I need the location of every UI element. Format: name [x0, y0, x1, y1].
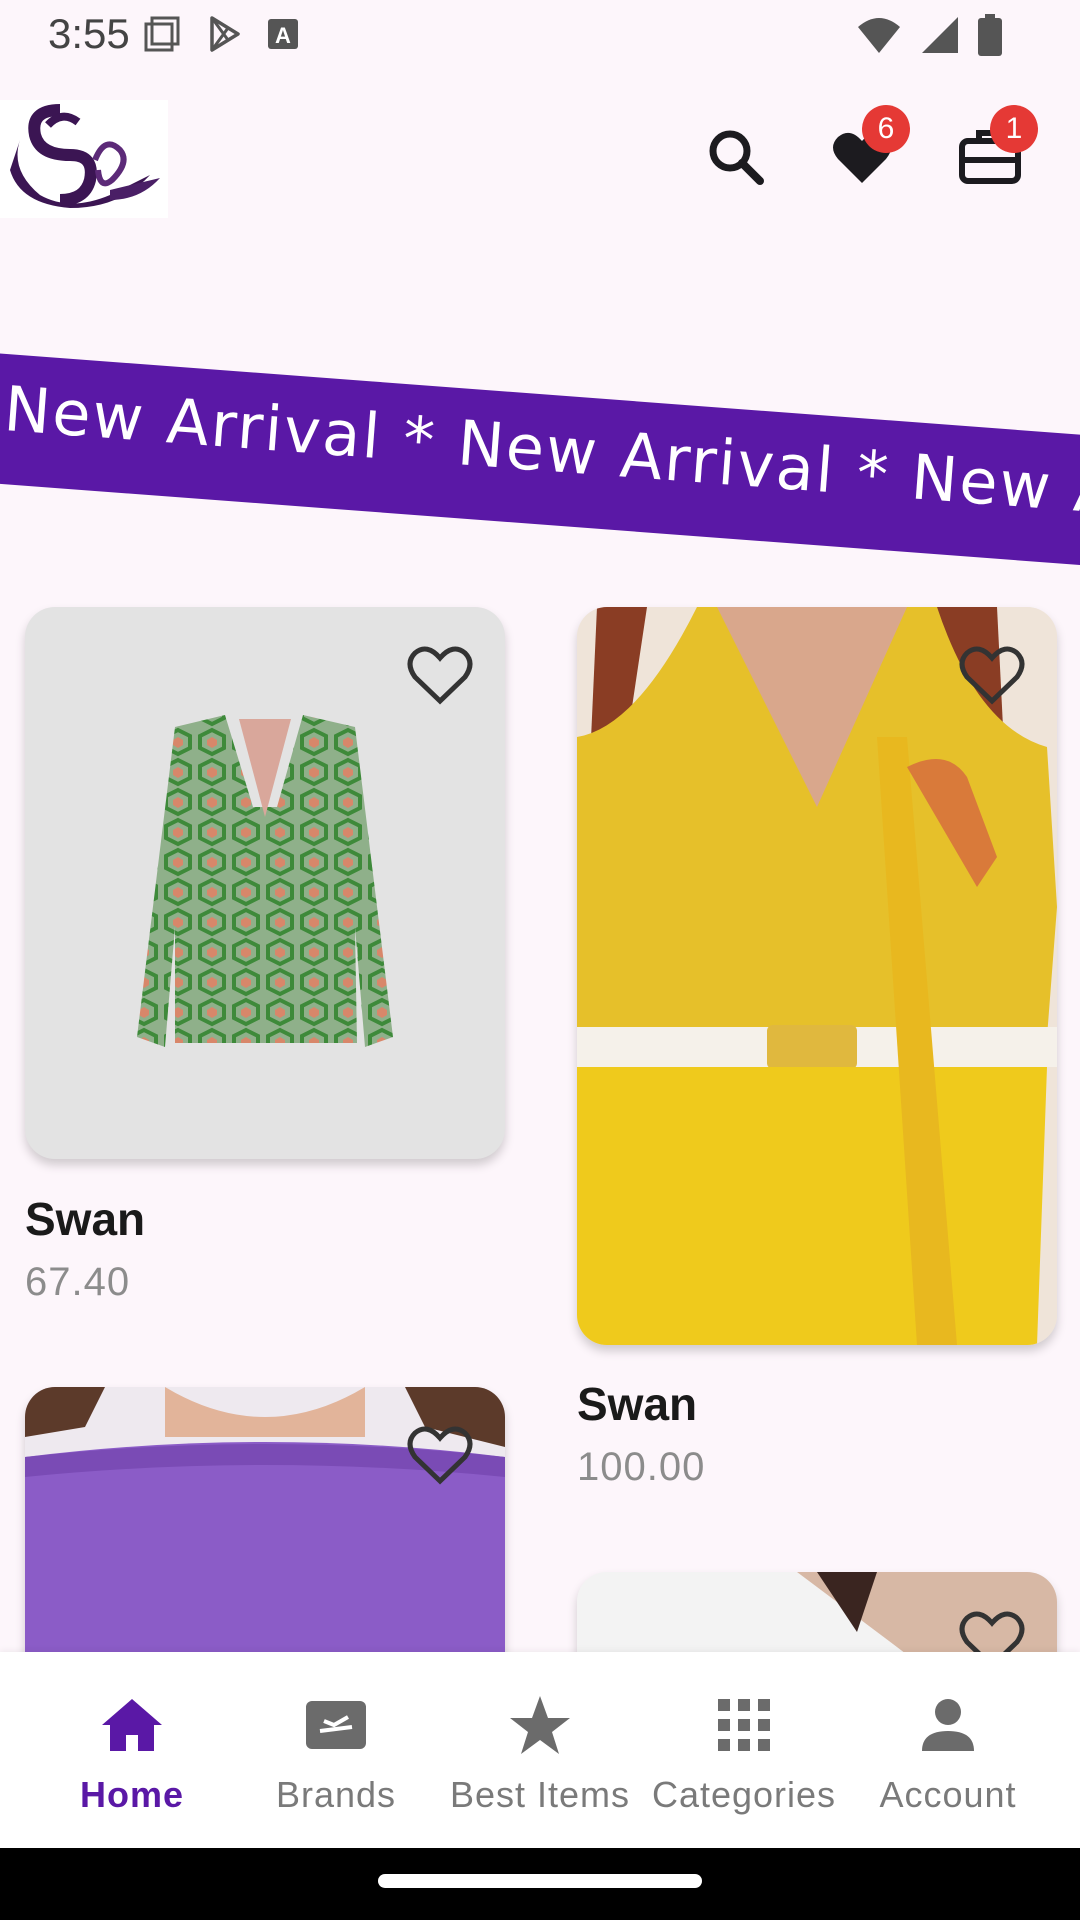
heart-outline-icon[interactable]: [959, 1610, 1025, 1655]
nav-categories[interactable]: Categories: [642, 1652, 846, 1848]
status-time: 3:55: [48, 10, 130, 57]
new-arrival-banner[interactable]: New Arrival * New Arrival * New Arrival …: [0, 352, 1080, 568]
product-name: Swan: [577, 1378, 698, 1430]
product-price: 67.40: [25, 1260, 131, 1304]
home-gesture-handle[interactable]: [378, 1874, 702, 1888]
app-bar: 6 1: [0, 95, 1080, 220]
star-icon: [505, 1690, 575, 1760]
person-icon: [913, 1690, 983, 1760]
play-store-icon: [210, 16, 240, 52]
heart-outline-icon[interactable]: [959, 645, 1025, 705]
wishlist-button[interactable]: 6: [826, 105, 910, 193]
search-icon: [709, 130, 764, 185]
nav-label: Categories: [651, 1774, 837, 1815]
signal-icon: [922, 17, 958, 53]
product-price: 100.00: [577, 1445, 706, 1489]
battery-icon: [978, 14, 1002, 56]
product-card[interactable]: [25, 607, 505, 1159]
system-gesture-bar: [0, 1848, 1080, 1920]
nav-label: Account: [879, 1774, 1017, 1815]
nav-home[interactable]: Home: [30, 1652, 234, 1848]
home-icon: [97, 1690, 167, 1760]
status-bar: 3:55 A: [0, 0, 1080, 70]
nav-account[interactable]: Account: [846, 1652, 1050, 1848]
product-grid: Swan 67.40 Swan 100.00: [0, 600, 1080, 1655]
cart-count-badge: 1: [990, 105, 1038, 153]
status-notification-icons: A: [142, 14, 300, 54]
nav-brands[interactable]: Brands: [234, 1652, 438, 1848]
swan-logo[interactable]: [0, 100, 168, 218]
nav-best-items[interactable]: Best Items: [438, 1652, 642, 1848]
product-image: [577, 607, 1057, 1345]
flight-ticket-icon: [301, 1690, 371, 1760]
cart-button[interactable]: 1: [954, 105, 1038, 193]
nav-label: Home: [79, 1774, 185, 1815]
status-system-icons: [856, 14, 1002, 56]
nav-label: Brands: [275, 1774, 397, 1815]
product-card[interactable]: [577, 1572, 1057, 1655]
nav-label: Best Items: [449, 1774, 631, 1815]
heart-outline-icon[interactable]: [407, 645, 473, 705]
wishlist-count-badge: 6: [862, 105, 910, 153]
bottom-navigation: Home Brands Best Items Categories Accoun…: [0, 1652, 1080, 1848]
banner-text: New Arrival * New Arrival * New Arrival …: [1, 372, 1080, 568]
product-card[interactable]: [577, 607, 1057, 1345]
search-button[interactable]: [700, 121, 772, 193]
wifi-icon: [858, 18, 900, 53]
svg-text:A: A: [275, 23, 291, 48]
screenshot-icon: [144, 16, 180, 52]
keyboard-a-icon: A: [268, 19, 298, 49]
product-card[interactable]: [25, 1387, 505, 1655]
grid-icon: [709, 1690, 779, 1760]
product-name: Swan: [25, 1193, 146, 1245]
heart-outline-icon[interactable]: [407, 1425, 473, 1485]
